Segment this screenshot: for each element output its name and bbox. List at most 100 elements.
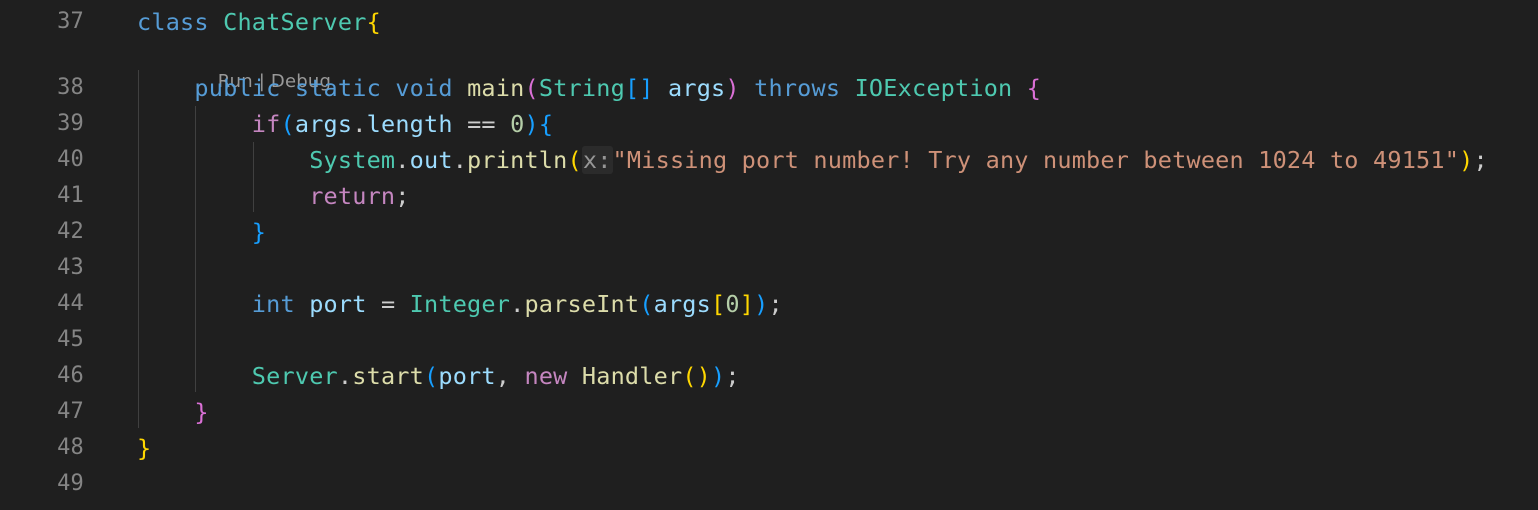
code-line[interactable]: 45 (0, 322, 1538, 358)
code-line[interactable]: 41 return; (0, 178, 1538, 214)
code-token: { (538, 110, 554, 138)
code-token: port (309, 290, 367, 318)
code-token: . (352, 110, 367, 138)
code-token: start (352, 362, 424, 390)
code-token: ( (682, 362, 697, 390)
code-token: main (467, 74, 525, 102)
code-token: . (452, 146, 468, 174)
code-line[interactable]: 46 Server.start(port, new Handler()); (0, 358, 1538, 394)
code-token: "Missing port number! Try any number bet… (612, 146, 1460, 174)
line-number: 41 (57, 183, 84, 208)
code-line[interactable]: 42 } (0, 214, 1538, 250)
line-number: 43 (57, 255, 84, 280)
code-token: parseInt (524, 290, 640, 318)
code-token: ( (524, 74, 539, 102)
code-editor[interactable]: Run | Debug 37 class ChatServer{ 38 public… (0, 0, 1538, 510)
code-token: length (366, 110, 453, 138)
code-token: ) (696, 362, 712, 390)
code-token: args (668, 74, 726, 102)
code-token: ) (524, 110, 539, 138)
code-token: int (251, 290, 295, 318)
line-code: class ChatServer{ (137, 4, 381, 40)
code-token: ) (711, 362, 726, 390)
code-token: new (524, 362, 568, 390)
code-line[interactable]: 37 class ChatServer{ (0, 4, 1538, 40)
code-token: ; (725, 362, 740, 390)
code-token: ; (768, 290, 783, 318)
line-number: 49 (57, 471, 84, 496)
code-token: . (395, 146, 410, 174)
line-number: 47 (57, 399, 84, 424)
code-token: Integer (409, 290, 511, 318)
line-number: 37 (57, 9, 84, 34)
line-number: 42 (57, 219, 84, 244)
code-line[interactable]: 38 public static void main(String[] args… (0, 70, 1538, 106)
line-number: 48 (57, 435, 84, 460)
code-token: ; (395, 182, 410, 210)
code-line[interactable]: 48} (0, 430, 1538, 466)
code-token: ( (280, 110, 295, 138)
code-token: out (409, 146, 453, 174)
code-token: String (538, 74, 625, 102)
code-token: } (137, 434, 152, 462)
codelens: Run | Debug (194, 40, 331, 92)
code-token: . (510, 290, 525, 318)
code-token: 0 (725, 290, 740, 318)
code-token: == (452, 110, 511, 138)
code-token: . (337, 362, 353, 390)
line-number: 38 (57, 75, 84, 100)
code-token: 0 (510, 110, 525, 138)
line-code: Server.start(port, new Handler()); (137, 358, 740, 394)
code-token: if (251, 110, 281, 138)
code-token: args (653, 290, 712, 318)
code-token: [ (711, 290, 726, 318)
code-token: Server (251, 362, 338, 390)
code-token: ) (754, 290, 769, 318)
code-token: static (294, 74, 381, 102)
line-number: 46 (57, 363, 84, 388)
code-token: return (309, 182, 396, 210)
code-token: ] (739, 290, 755, 318)
code-token: ; (1473, 146, 1488, 174)
line-code: public static void main(String[] args) t… (137, 70, 1041, 106)
code-token: ( (424, 362, 439, 390)
code-line[interactable]: 43 (0, 250, 1538, 286)
line-code: } (137, 430, 151, 466)
code-line[interactable]: 39 if(args.length == 0){ (0, 106, 1538, 142)
code-token: Handler (581, 362, 683, 390)
code-line[interactable]: 40 System.out.println(x:"Missing port nu… (0, 142, 1538, 178)
line-number: 40 (57, 147, 84, 172)
code-token: { (1026, 74, 1042, 102)
code-token: [] (624, 74, 654, 102)
line-code: return; (137, 178, 410, 214)
code-token: = (366, 290, 410, 318)
line-code: if(args.length == 0){ (137, 106, 553, 142)
code-token: port (438, 362, 496, 390)
line-code: } (137, 214, 266, 250)
line-number: 45 (57, 327, 84, 352)
code-token: System (309, 146, 396, 174)
code-token: ) (725, 74, 740, 102)
code-line[interactable]: 47 } (0, 394, 1538, 430)
code-token: void (395, 74, 453, 102)
code-token: { (366, 8, 381, 36)
code-line[interactable]: 49 (0, 466, 1538, 502)
code-token: args (294, 110, 353, 138)
line-code: } (137, 394, 209, 430)
code-line[interactable]: 44 int port = Integer.parseInt(args[0]); (0, 286, 1538, 322)
code-token: IOException (854, 74, 1013, 102)
